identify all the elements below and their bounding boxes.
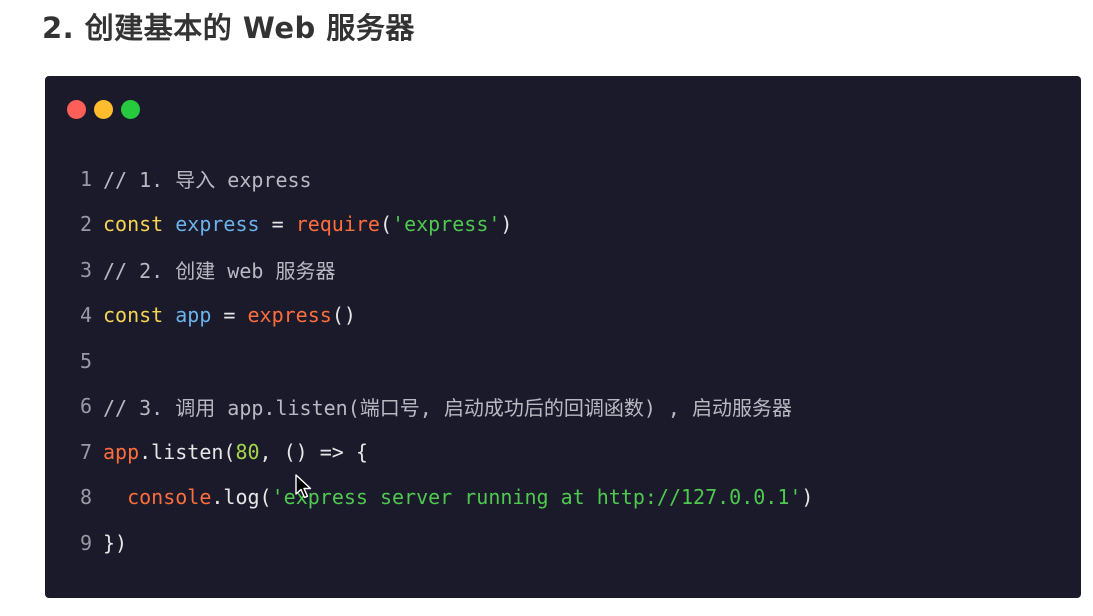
maximize-dot-icon xyxy=(121,100,140,119)
code-line: 7 app .listen(80, () => { xyxy=(45,429,1081,475)
line-number: 9 xyxy=(79,530,92,555)
code-line: 6 // 3. 调用 app.listen(端口号, 启动成功后的回调函数) , … xyxy=(45,384,1081,430)
code-token: 'express server running at http://127.0.… xyxy=(271,485,802,510)
code-line: 3 // 2. 创建 web 服务器 xyxy=(45,247,1081,293)
line-number: 3 xyxy=(79,257,92,282)
code-token: // 3. 调用 app.listen(端口号, 启动成功后的回调函数) , 启… xyxy=(103,395,792,420)
code-token: console xyxy=(127,485,212,510)
code-token: const xyxy=(103,212,164,237)
mouse-pointer-icon xyxy=(295,474,312,499)
code-line: 9}) xyxy=(45,520,1081,566)
code-token: .listen( xyxy=(139,439,236,464)
code-token: // 1. 导入 express xyxy=(103,168,312,193)
page: 2. 创建基本的 Web 服务器 1 // 1. 导入 express 2 const… xyxy=(0,0,1093,616)
code-line: 5 xyxy=(45,338,1081,384)
line-number: 4 xyxy=(79,303,92,328)
line-number: 2 xyxy=(79,212,92,237)
line-number: 6 xyxy=(79,394,92,419)
line-number: 7 xyxy=(79,439,92,464)
line-number: 1 xyxy=(79,166,92,191)
code-token: const xyxy=(103,303,164,328)
code-token: // 2. 创建 web 服务器 xyxy=(103,259,336,284)
code-token: express xyxy=(247,303,332,328)
code-token: app xyxy=(103,439,140,464)
code-token: ) xyxy=(801,485,814,510)
code-token: }) xyxy=(103,530,128,555)
minimize-dot-icon xyxy=(94,100,113,119)
code-line: 1 // 1. 导入 express xyxy=(45,156,1081,202)
code-token: app xyxy=(175,303,212,328)
line-number: 8 xyxy=(79,485,92,510)
code-token: 80 xyxy=(235,439,260,464)
code-token: = xyxy=(211,303,248,328)
code-token: express xyxy=(175,212,260,237)
code-token: = xyxy=(259,212,296,237)
code-line: 8 console .log('express server running at… xyxy=(45,475,1081,521)
code-token: 'express' xyxy=(392,212,501,237)
code-token: .log( xyxy=(211,485,272,510)
line-number: 5 xyxy=(79,348,92,373)
close-dot-icon xyxy=(67,100,86,119)
code-token: ) xyxy=(500,212,513,237)
code-line: 2 const express = require('express') xyxy=(45,202,1081,248)
code-token: () xyxy=(331,303,356,328)
code-token: ( xyxy=(379,212,393,237)
section-heading: 2. 创建基本的 Web 服务器 xyxy=(42,11,415,45)
code-line: 4 const app = express() xyxy=(45,293,1081,339)
code-token: , () => { xyxy=(259,439,368,464)
code-block-window: 1 // 1. 导入 express 2 const express = requir… xyxy=(45,76,1081,598)
code-editor: 1 // 1. 导入 express 2 const express = requir… xyxy=(45,156,1081,566)
window-controls xyxy=(67,100,140,119)
code-token: require xyxy=(295,212,380,237)
